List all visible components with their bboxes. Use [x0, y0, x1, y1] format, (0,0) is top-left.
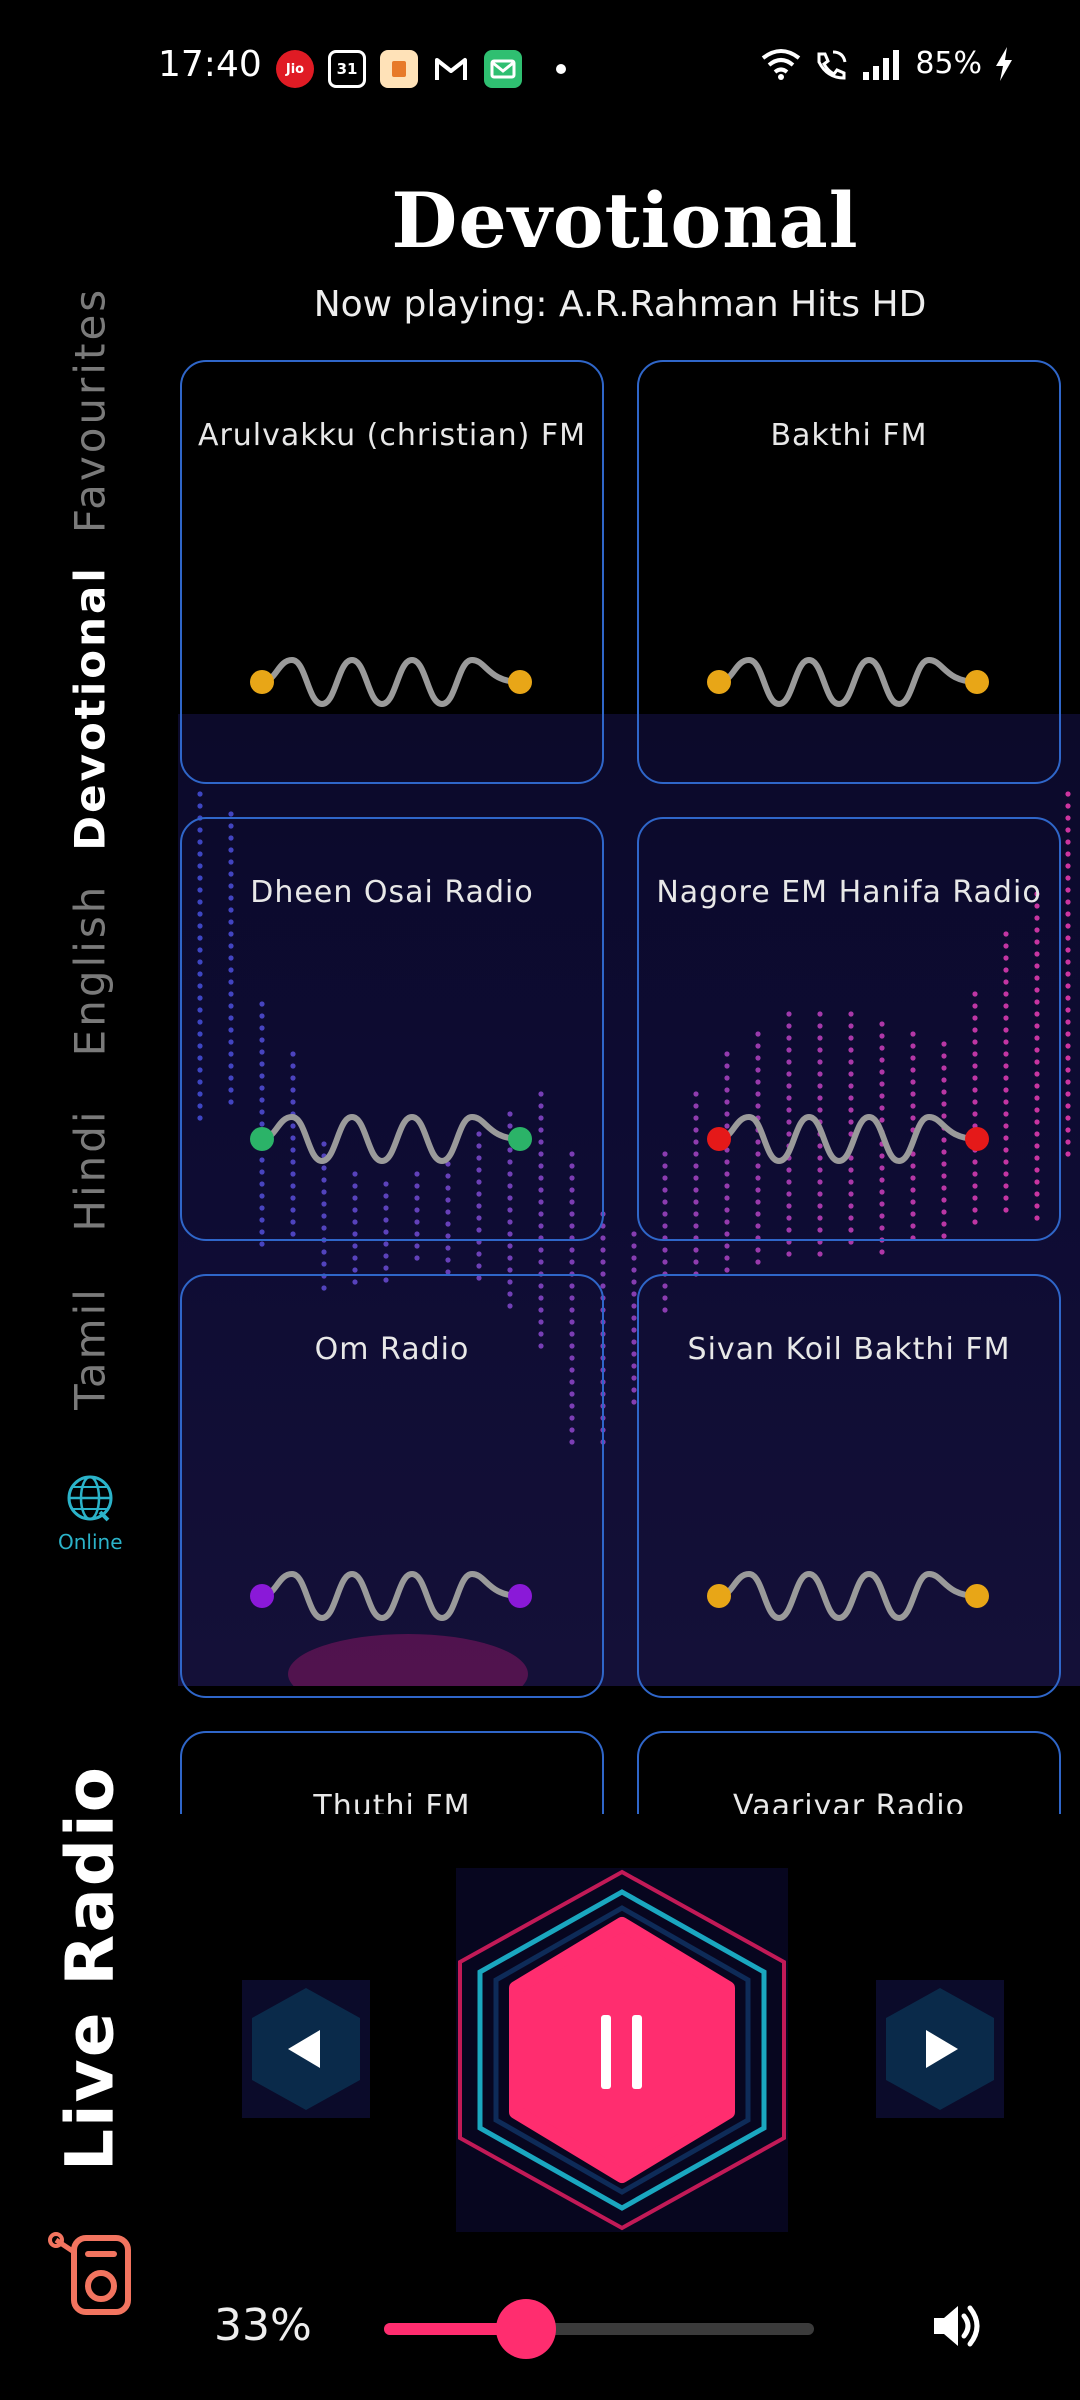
online-toggle[interactable]: Online [58, 1474, 123, 1554]
status-time: 17:40 [158, 44, 262, 85]
system-icons: 85% [761, 46, 1014, 81]
category-title: Devotional [391, 176, 859, 265]
station-card[interactable]: Vaariyar Radio [637, 1731, 1061, 1814]
tab-hindi[interactable]: Hindi [66, 1108, 115, 1231]
jio-icon: Jio [276, 50, 314, 88]
volume-thumb[interactable] [495, 2299, 556, 2359]
station-card[interactable]: Nagore EM Hanifa Radio [637, 817, 1061, 1241]
volume-icon[interactable] [930, 2302, 982, 2350]
charging-icon [996, 46, 1012, 81]
wifi-calling-icon [817, 50, 847, 80]
status-bar: 17:40 Jio 31 85% [0, 0, 1080, 130]
globe-icon [67, 1475, 113, 1522]
wifi-icon [762, 48, 801, 80]
signal-icon [863, 49, 900, 80]
wave-icon [707, 1570, 989, 1622]
station-name: Vaariyar Radio [733, 1789, 965, 1814]
radio-icon [48, 2232, 131, 2315]
previous-button[interactable] [242, 1980, 370, 2118]
online-label: Online [58, 1530, 123, 1554]
station-grid[interactable]: Arulvakku (christian) FM Bakthi FM Dheen O… [178, 360, 1080, 1814]
station-name: Bakthi FM [770, 418, 928, 453]
station-card[interactable]: Bakthi FM [637, 360, 1061, 784]
station-card[interactable]: Sivan Koil Bakthi FM [637, 1274, 1061, 1698]
calendar-icon: 31 [328, 50, 366, 88]
tab-tamil[interactable]: Tamil [66, 1286, 115, 1410]
station-name: Arulvakku (christian) FM [197, 418, 587, 453]
next-icon [886, 1988, 994, 2110]
tab-english[interactable]: English [66, 884, 115, 1057]
volume-slider[interactable] [384, 2299, 814, 2359]
notification-icons: Jio 31 [276, 50, 566, 88]
station-name: Nagore EM Hanifa Radio [656, 875, 1042, 910]
station-name: Thuthi FM [313, 1789, 471, 1814]
station-name: Dheen Osai Radio [250, 875, 534, 910]
previous-icon [252, 1988, 360, 2110]
wave-icon [250, 1570, 532, 1622]
tab-favourites[interactable]: Favourites [66, 287, 115, 533]
station-card[interactable]: Dheen Osai Radio [180, 817, 604, 1241]
wave-icon [707, 656, 989, 708]
mail-icon [484, 50, 522, 88]
wave-icon [250, 656, 532, 708]
play-pause-button[interactable] [456, 1868, 788, 2232]
gmail-icon [432, 50, 470, 88]
wave-icon [707, 1113, 989, 1165]
app-title: Live Radio [51, 1764, 129, 2172]
station-card[interactable]: Thuthi FM [180, 1731, 604, 1814]
station-name: Sivan Koil Bakthi FM [687, 1332, 1011, 1367]
tab-devotional[interactable]: Devotional [66, 565, 115, 851]
wave-icon [250, 1113, 532, 1165]
next-button[interactable] [876, 1980, 1004, 2118]
battery-percentage: 85% [915, 46, 982, 81]
now-playing-text: Now playing: A.R.Rahman Hits HD [313, 284, 927, 325]
station-name: Om Radio [314, 1332, 470, 1367]
app-icon [380, 50, 418, 88]
volume-percentage: 33% [214, 2300, 312, 2351]
pause-icon [458, 1869, 786, 2231]
station-card[interactable]: Arulvakku (christian) FM [180, 360, 604, 784]
station-card[interactable]: Om Radio [180, 1274, 604, 1698]
more-notifications-icon [556, 64, 566, 74]
